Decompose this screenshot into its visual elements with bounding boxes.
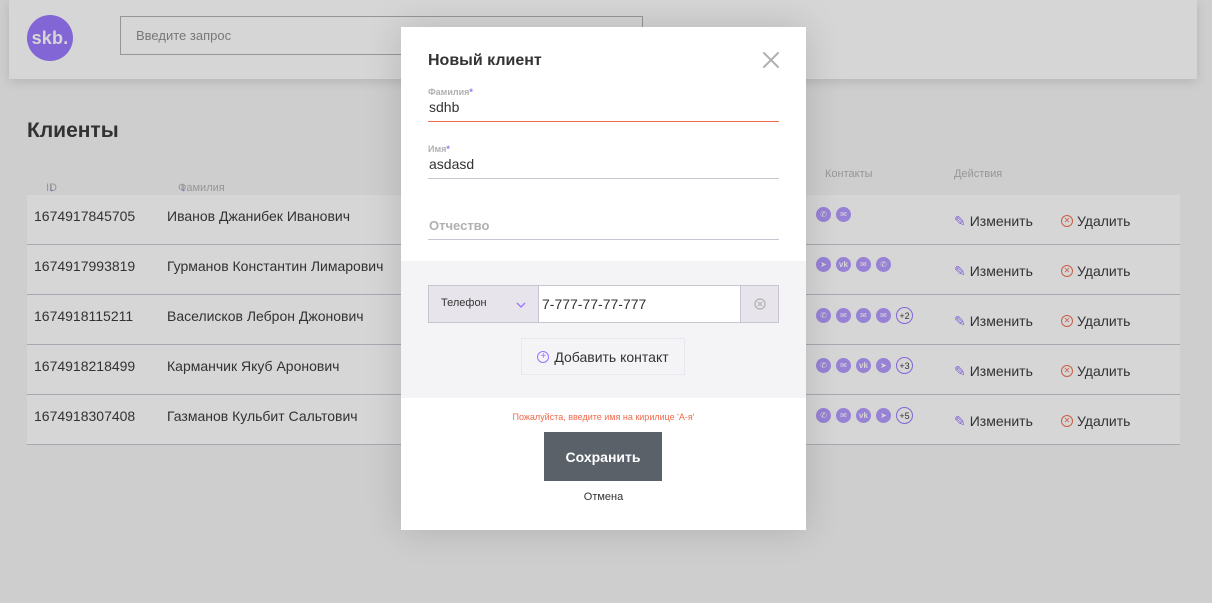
surname-field: Фамилия* <box>428 87 779 122</box>
contact-type-value: Телефон <box>441 297 487 309</box>
patronymic-input[interactable] <box>428 215 779 240</box>
required-mark: * <box>446 144 450 154</box>
contact-type-select[interactable]: Телефон <box>429 286 539 322</box>
firstname-input[interactable] <box>428 154 779 179</box>
close-button[interactable] <box>759 48 783 72</box>
chevron-down-icon <box>516 302 526 308</box>
surname-input[interactable] <box>428 97 779 122</box>
contact-value-input[interactable] <box>539 286 740 322</box>
required-mark: * <box>469 87 473 97</box>
modal-title: Новый клиент <box>428 52 542 69</box>
firstname-label: Имя <box>428 144 447 154</box>
add-circle-icon: + <box>537 350 550 363</box>
cancel-link[interactable]: Отмена <box>401 491 806 503</box>
contacts-section: Телефон + Добавить контакт <box>401 261 806 398</box>
save-button[interactable]: Сохранить <box>544 432 662 481</box>
patronymic-field <box>428 215 779 240</box>
delete-contact-icon <box>753 298 766 310</box>
new-client-modal: Новый клиент Фамилия* Имя* Телефон <box>401 27 806 530</box>
delete-contact-button[interactable] <box>740 286 778 322</box>
add-contact-button[interactable]: + Добавить контакт <box>521 338 685 375</box>
contact-row: Телефон <box>428 285 779 323</box>
surname-label: Фамилия <box>428 87 470 97</box>
close-icon <box>763 52 779 68</box>
validation-error: Пожалуйста, введите имя на кирилице 'А-я… <box>512 412 695 422</box>
add-contact-label: Добавить контакт <box>554 348 669 365</box>
firstname-field: Имя* <box>428 144 779 179</box>
